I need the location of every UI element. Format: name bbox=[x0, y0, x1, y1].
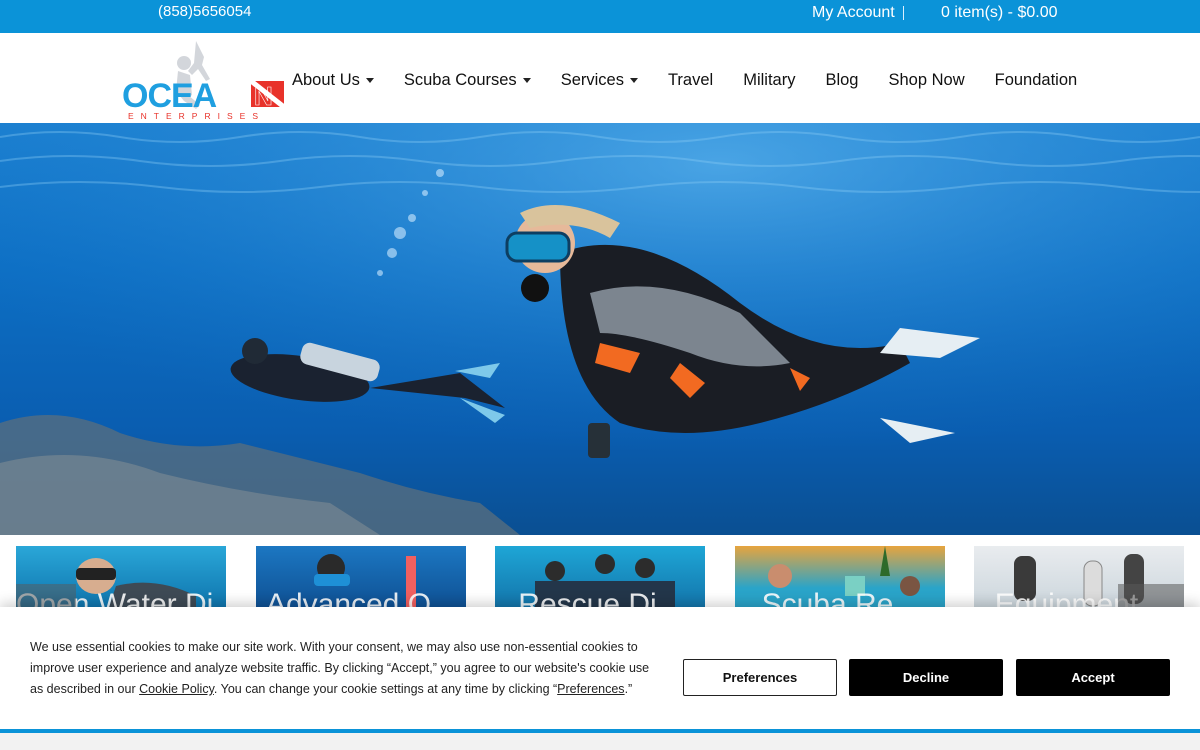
thumbnail-card[interactable]: Rescue Di... bbox=[495, 546, 705, 616]
underwater-divers-image bbox=[0, 123, 1200, 535]
nav-travel[interactable]: Travel bbox=[668, 71, 713, 90]
cookie-policy-link[interactable]: Cookie Policy bbox=[139, 682, 214, 696]
thumbnail-card[interactable]: Advanced O... bbox=[256, 546, 466, 616]
cookie-banner: We use essential cookies to make our sit… bbox=[0, 607, 1200, 733]
course-thumbnails: Open Water Di... Advanced O... Rescue Di… bbox=[0, 535, 1200, 616]
cookie-text-end: .” bbox=[624, 682, 633, 696]
svg-text:N: N bbox=[254, 81, 273, 111]
cookie-text-middle: . You can change your cookie settings at… bbox=[213, 682, 558, 696]
nav-label: Blog bbox=[825, 71, 859, 89]
caret-down-icon bbox=[365, 78, 374, 83]
cart-link[interactable]: 0 item(s) - $0.00 bbox=[941, 4, 1057, 22]
nav-label: Scuba Courses bbox=[403, 71, 517, 89]
hero-image bbox=[0, 123, 1200, 535]
nav-military[interactable]: Military bbox=[743, 71, 795, 90]
nav-label: Military bbox=[743, 71, 796, 89]
decline-button[interactable]: Decline bbox=[849, 659, 1003, 696]
nav-scuba-courses[interactable]: Scuba Courses bbox=[404, 71, 531, 90]
phone-number[interactable]: (858)5656054 bbox=[158, 3, 251, 20]
caret-down-icon bbox=[629, 78, 638, 83]
nav-label: Travel bbox=[667, 71, 714, 89]
preferences-link[interactable]: Preferences bbox=[557, 682, 624, 696]
nav-label: Foundation bbox=[994, 71, 1078, 89]
preferences-button[interactable]: Preferences bbox=[683, 659, 837, 696]
accept-button[interactable]: Accept bbox=[1016, 659, 1170, 696]
nav-label: Services bbox=[560, 71, 624, 89]
nav-label: About Us bbox=[292, 71, 360, 89]
nav-blog[interactable]: Blog bbox=[825, 71, 858, 90]
nav-foundation[interactable]: Foundation bbox=[995, 71, 1078, 90]
nav-services[interactable]: Services bbox=[561, 71, 638, 90]
caret-down-icon bbox=[522, 78, 531, 83]
my-account-link[interactable]: My Account bbox=[812, 4, 895, 22]
topbar-divider bbox=[903, 6, 904, 20]
logo-wordmark: OCEA bbox=[122, 77, 217, 115]
top-bar: (858)5656054 My Account 0 item(s) - $0.0… bbox=[0, 0, 1200, 33]
nav-label: Shop Now bbox=[888, 71, 965, 89]
main-nav: About Us Scuba Courses Services Travel M… bbox=[292, 71, 1107, 90]
site-logo[interactable]: OCEA N ENTERPRISES bbox=[118, 35, 290, 123]
nav-shop-now[interactable]: Shop Now bbox=[888, 71, 964, 90]
site-header: OCEA N ENTERPRISES About Us Scuba Course… bbox=[0, 33, 1200, 123]
nav-about-us[interactable]: About Us bbox=[292, 71, 374, 90]
svg-text:ENTERPRISES: ENTERPRISES bbox=[128, 111, 265, 121]
thumbnail-card[interactable]: Scuba Re... bbox=[735, 546, 945, 616]
page-bottom-strip bbox=[0, 733, 1200, 750]
cookie-message: We use essential cookies to make our sit… bbox=[30, 637, 660, 700]
ocean-logo-icon: OCEA N ENTERPRISES bbox=[122, 41, 286, 121]
